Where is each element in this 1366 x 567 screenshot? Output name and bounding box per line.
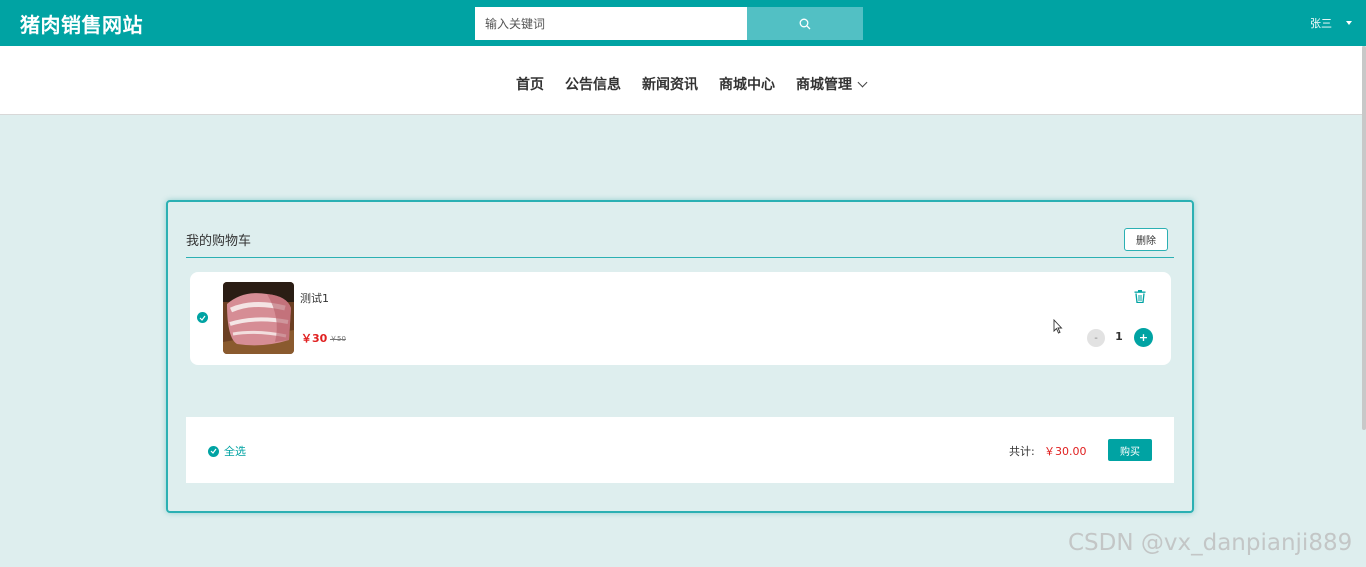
select-all-label: 全选: [224, 445, 246, 458]
increase-quantity-button[interactable]: +: [1134, 328, 1153, 347]
item-checkbox[interactable]: [197, 312, 208, 323]
plus-icon: +: [1138, 331, 1149, 344]
select-all-checkbox[interactable]: 全选: [208, 443, 246, 459]
delete-button[interactable]: 删除: [1124, 228, 1168, 251]
check-icon: [199, 315, 206, 321]
nav-item-home[interactable]: 首页: [516, 74, 544, 94]
main-nav: 首页 公告信息 新闻资讯 商城中心 商城管理: [516, 74, 887, 94]
top-header: 猪肉销售网站 张三: [0, 0, 1366, 46]
nav-item-news[interactable]: 新闻资讯: [642, 74, 698, 94]
mouse-cursor-icon: [1053, 319, 1063, 334]
item-name: 测试1: [300, 292, 329, 305]
main-nav-bar: 首页 公告信息 新闻资讯 商城中心 商城管理: [0, 46, 1362, 115]
cart-panel: 我的购物车 删除 测试1 ￥30 ￥50 - 1 + 全选 共计: ￥30.00…: [166, 200, 1194, 513]
item-price: ￥30: [301, 332, 328, 345]
cart-title: 我的购物车: [186, 234, 252, 249]
item-original-price: ￥50: [330, 335, 346, 343]
quantity-value: 1: [1115, 330, 1123, 343]
scrollbar[interactable]: [1362, 46, 1366, 430]
product-image[interactable]: [223, 282, 294, 354]
user-menu[interactable]: 张三: [1310, 15, 1352, 31]
caret-down-icon: [1346, 21, 1352, 25]
divider: [186, 257, 1174, 258]
nav-item-mall-center[interactable]: 商城中心: [719, 74, 775, 94]
total-value: ￥30.00: [1044, 445, 1087, 458]
watermark: CSDN @vx_danpianji889: [1068, 530, 1353, 556]
trash-icon[interactable]: [1134, 288, 1146, 307]
user-name: 张三: [1310, 17, 1332, 30]
decrease-quantity-button[interactable]: -: [1087, 329, 1105, 347]
buy-button[interactable]: 购买: [1108, 439, 1152, 461]
search-icon: [799, 18, 811, 29]
search-button[interactable]: [747, 7, 863, 40]
total-label: 共计:: [1009, 445, 1035, 458]
site-logo[interactable]: 猪肉销售网站: [20, 9, 143, 38]
chevron-down-icon: [857, 77, 868, 87]
cart-footer: 全选 共计: ￥30.00 购买: [186, 417, 1174, 483]
nav-item-mall-management[interactable]: 商城管理: [796, 74, 868, 94]
cart-item: 测试1 ￥30 ￥50 - 1 +: [190, 272, 1171, 365]
search-input[interactable]: [475, 7, 747, 40]
minus-icon: -: [1094, 332, 1098, 344]
check-icon: [208, 445, 219, 457]
nav-item-announcements[interactable]: 公告信息: [565, 74, 621, 94]
